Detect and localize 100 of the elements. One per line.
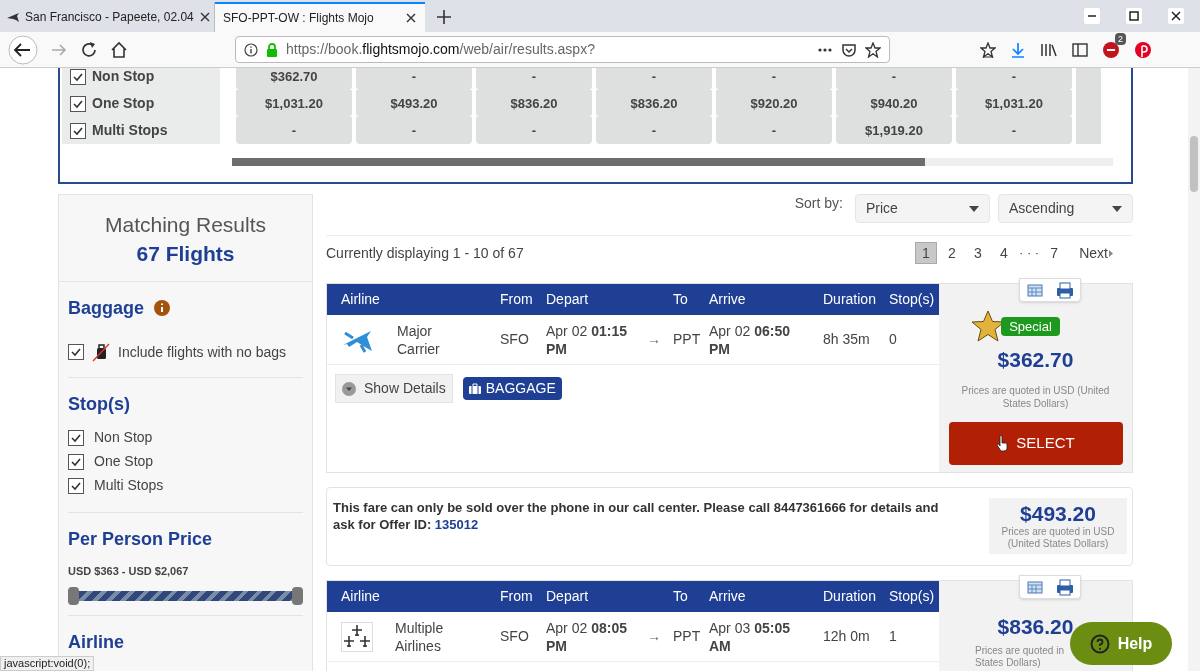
sort-dropdown[interactable]: Price [855, 194, 990, 223]
star-icon[interactable] [865, 41, 881, 58]
arrow-icon: → [647, 626, 673, 647]
help-icon [1089, 633, 1110, 654]
bookmarks-icon[interactable] [980, 41, 996, 58]
column-header: Duration [823, 290, 877, 309]
sort-label: Sort by: [794, 194, 843, 213]
airport-code: SFO [500, 330, 530, 349]
home-icon[interactable] [110, 40, 128, 59]
minimize-icon[interactable] [1084, 8, 1100, 24]
airline-name: Multiple Airlines [395, 618, 445, 655]
price-cell[interactable]: $836.20 [476, 90, 592, 117]
close-icon[interactable] [1168, 8, 1184, 24]
price-cell[interactable]: - [236, 117, 352, 144]
price-cell[interactable]: - [596, 117, 712, 144]
price-note: Prices are quoted in [975, 644, 1064, 657]
price-cell[interactable]: $362.70 [236, 68, 352, 90]
arrive-time: Apr 03 05:05 AM [709, 618, 791, 655]
duration-text: 8h 35m [823, 330, 871, 349]
price-cell[interactable]: - [956, 68, 1072, 90]
checkbox[interactable] [68, 477, 84, 494]
back-icon[interactable] [8, 34, 38, 65]
pocket-icon[interactable] [841, 41, 857, 58]
no-bag-icon [92, 342, 110, 362]
section-heading: Per Person Price [68, 527, 213, 551]
lock-icon [266, 42, 278, 57]
checkbox[interactable] [68, 453, 84, 470]
airline-name: Major Carrier [397, 321, 441, 358]
next-link[interactable]: Next [1079, 242, 1113, 264]
flight-count: 67 Flights [135, 240, 236, 267]
price-cell[interactable]: $836.20 [596, 90, 712, 117]
price-cell[interactable]: $493.20 [356, 90, 472, 117]
hand-cursor-icon [996, 434, 1009, 452]
price-cell[interactable]: $1,031.20 [956, 90, 1072, 117]
price-cell[interactable]: - [596, 68, 712, 90]
adblock-icon[interactable] [1102, 40, 1120, 59]
caret-icon [969, 205, 979, 212]
address-bar[interactable]: https://book.flightsmojo.com/web/air/results.aspx? [235, 36, 890, 63]
price-cell[interactable]: - [836, 68, 952, 90]
column-header: Arrive [709, 587, 747, 606]
price-cell[interactable]: - [476, 117, 592, 144]
close-icon[interactable] [405, 12, 417, 24]
option-label[interactable]: One Stop [94, 451, 154, 472]
price-cell[interactable]: - [356, 68, 472, 90]
price-cell[interactable]: - [476, 68, 592, 90]
reload-icon[interactable] [80, 40, 98, 59]
slider-handle[interactable] [68, 587, 79, 605]
price-cell[interactable]: - [716, 117, 832, 144]
select-button[interactable]: SELECT [948, 421, 1123, 465]
airport-code: SFO [500, 627, 530, 646]
sort-dropdown[interactable]: Ascending [998, 194, 1133, 223]
show-details-button[interactable]: Show Details [335, 374, 453, 403]
offer-id-link[interactable]: 135012 [434, 517, 479, 532]
status-url: javascript:void(0); [0, 656, 95, 671]
special-badge: Special [1001, 316, 1060, 336]
checkbox[interactable] [70, 95, 86, 112]
checkbox[interactable] [70, 122, 86, 139]
pin-icon[interactable] [1134, 40, 1152, 59]
price-cell[interactable]: $920.20 [716, 90, 832, 117]
checkbox[interactable] [68, 429, 84, 446]
horizontal-scrollbar[interactable] [232, 158, 1113, 166]
option-label[interactable]: Multi Stops [94, 475, 164, 496]
price-note: Prices are quoted in USD (United States Dollars) [960, 383, 1111, 410]
tab-title: San Francisco - Papeete, 02.04 [25, 9, 194, 26]
more-icon[interactable] [817, 46, 833, 53]
price-cell[interactable]: $1,031.20 [236, 90, 352, 117]
browser-tab[interactable]: SFO-PPT-OW : Flights Mojo [215, 2, 425, 32]
results-title: Matching Results [103, 212, 268, 238]
info-icon[interactable] [244, 42, 258, 57]
checkbox[interactable] [68, 344, 84, 360]
url-text: https://book.flightsmojo.com/web/air/results.aspx? [286, 40, 596, 59]
column-header: From [500, 290, 534, 309]
section-heading: Baggage [68, 296, 145, 320]
download-icon[interactable] [1010, 41, 1026, 58]
sidebar-icon[interactable] [1072, 41, 1088, 58]
price-cell[interactable]: $1,919.20 [836, 117, 952, 144]
fare-price: $493.20 [1020, 502, 1096, 526]
column-header: Duration [823, 587, 877, 606]
library-icon[interactable] [1040, 41, 1058, 58]
airport-code: PPT [673, 627, 702, 646]
slider-handle[interactable] [292, 587, 303, 605]
plane-icon [6, 10, 20, 24]
option-label[interactable]: Non Stop [94, 427, 153, 448]
row-label: One Stop [92, 94, 155, 113]
arrive-time: Apr 02 06:50 PM [709, 321, 791, 358]
column-header: To [673, 587, 689, 606]
page-link[interactable]: 1 [915, 242, 937, 264]
checkbox[interactable] [70, 68, 86, 85]
check-icon [70, 346, 82, 358]
price-cell[interactable]: - [356, 117, 472, 144]
price-cell[interactable]: $940.20 [836, 90, 952, 117]
price-cell[interactable]: - [716, 68, 832, 90]
option-label[interactable]: Include flights with no bags [118, 341, 287, 363]
baggage-button[interactable]: BAGGAGE [462, 377, 562, 400]
price-cell[interactable]: - [956, 117, 1072, 144]
stops-count: 0 [889, 330, 898, 349]
scrollbar-thumb[interactable] [1190, 136, 1198, 192]
info-icon[interactable] [154, 300, 171, 316]
maximize-icon[interactable] [1126, 8, 1142, 24]
close-icon[interactable] [198, 11, 211, 23]
